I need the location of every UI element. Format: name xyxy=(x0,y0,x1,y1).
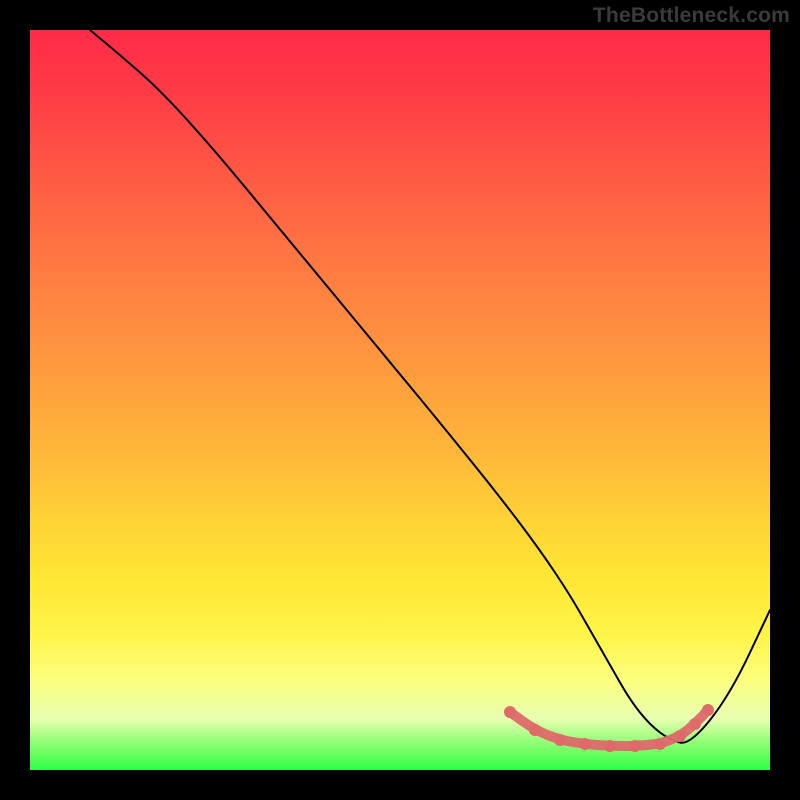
optimum-band-dot xyxy=(504,706,516,718)
chart-stage: TheBottleneck.com xyxy=(0,0,800,800)
optimum-band xyxy=(504,704,714,752)
optimum-band-dot xyxy=(629,740,641,752)
bottleneck-curve xyxy=(90,30,770,743)
optimum-band-dot xyxy=(579,738,591,750)
optimum-band-dot xyxy=(604,740,616,752)
optimum-band-dot xyxy=(529,724,541,736)
optimum-band-dot xyxy=(674,730,686,742)
optimum-band-dot xyxy=(689,718,701,730)
optimum-band-dot xyxy=(702,704,714,716)
plot-area xyxy=(30,30,770,770)
curve-svg xyxy=(30,30,770,770)
watermark-text: TheBottleneck.com xyxy=(593,4,790,28)
optimum-band-dot xyxy=(654,738,666,750)
optimum-band-dot xyxy=(554,734,566,746)
